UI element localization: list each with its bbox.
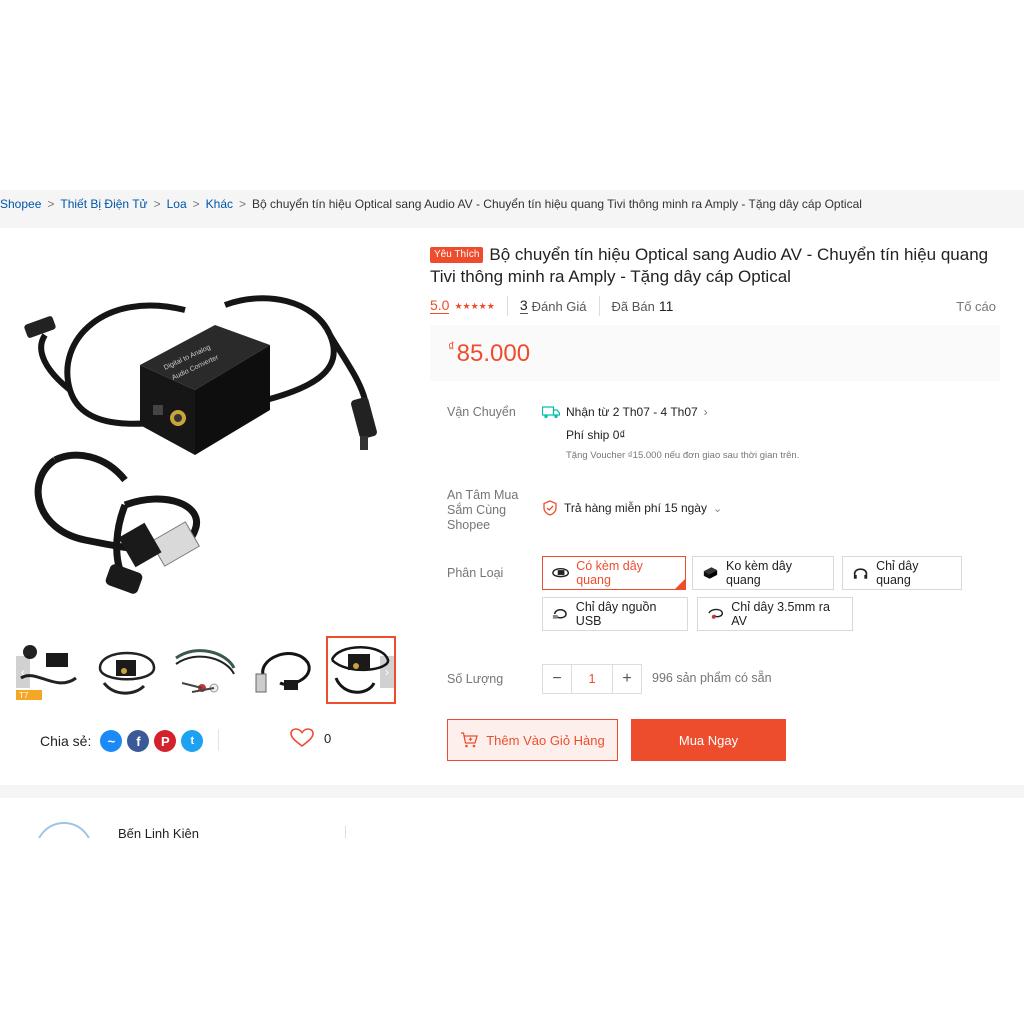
like-count: 0	[324, 730, 332, 746]
cart-add-icon	[461, 732, 479, 748]
heart-icon[interactable]	[290, 728, 314, 748]
breadcrumb-other[interactable]: Khác	[206, 197, 233, 211]
variant-option-optical-only[interactable]: Chỉ dây quang	[842, 556, 962, 590]
truck-icon	[542, 405, 560, 418]
variant-option-with-optical[interactable]: Có kèm dây quang	[542, 556, 686, 590]
product-title: Yêu Thích Bộ chuyển tín hiệu Optical sang…	[430, 244, 1005, 288]
thumbnail-1[interactable]: T7 ‹	[14, 636, 84, 704]
quantity-label: Số Lượng	[447, 672, 504, 686]
pinterest-icon[interactable]: P	[154, 730, 177, 752]
thumbnail-image	[98, 651, 156, 695]
thumbnail-2[interactable]	[92, 636, 162, 704]
share-row: Chia sẻ: ~ f P t	[40, 730, 204, 752]
quantity-stepper: − 1 +	[542, 664, 642, 694]
chevron-right-icon: >	[192, 197, 200, 211]
chevron-right-icon: ›	[703, 405, 708, 419]
product-main-image[interactable]: Digital to Analog Audio Converter	[15, 250, 410, 620]
shield-check-icon	[543, 500, 557, 516]
report-link[interactable]: Tố cáo	[956, 299, 996, 314]
like-section: 0	[290, 728, 331, 748]
thumbnail-image	[175, 649, 236, 693]
shop-card: Bến Linh Kiện	[0, 798, 1024, 838]
breadcrumb-shopee[interactable]: Shopee	[0, 197, 41, 211]
review-label: Đánh Giá	[531, 298, 587, 314]
add-to-cart-button[interactable]: Thêm Vào Giỏ Hàng	[447, 719, 618, 761]
breadcrumb-electronics[interactable]: Thiết Bị Điện Tử	[60, 197, 147, 211]
variant-option-35mm-av[interactable]: Chỉ dây 3.5mm ra AV	[697, 597, 853, 631]
buy-now-button[interactable]: Mua Ngay	[631, 719, 786, 761]
delivery-line[interactable]: Nhận từ 2 Th07 - 4 Th07 ›	[542, 404, 799, 420]
variant-thumbnail-icon	[853, 568, 868, 579]
quantity-increase-button[interactable]: +	[613, 665, 641, 693]
product-price: ₫85.000	[448, 339, 530, 368]
guarantee-label: An Tâm Mua Sắm Cùng Shopee	[447, 488, 519, 532]
variant-label: Phân Loại	[447, 566, 504, 580]
thumbnail-image	[255, 652, 311, 693]
quantity-input[interactable]: 1	[571, 665, 613, 693]
shipping-label: Vận Chuyển	[447, 405, 516, 419]
shop-name[interactable]: Bến Linh Kiện	[118, 826, 199, 838]
variant-option-label: Có kèm dây quang	[576, 559, 643, 587]
breadcrumb: Shopee > Thiết Bị Điện Tử > Loa > Khác >…	[0, 195, 862, 213]
share-divider	[218, 729, 219, 751]
thumbnail-list: T7 ‹ ›	[14, 636, 396, 704]
thumbnail-5[interactable]: ›	[326, 636, 396, 704]
chevron-right-icon: >	[47, 197, 55, 211]
shop-divider	[345, 826, 346, 838]
stock-available: 996 sản phẩm có sẵn	[652, 671, 772, 685]
optical-converter-image: Digital to Analog Audio Converter	[24, 295, 377, 594]
rating-stars-icon: ★★★★★	[454, 300, 495, 311]
rating-divider	[598, 296, 600, 316]
variant-thumbnail-icon	[708, 608, 724, 619]
thumbnail-4[interactable]	[248, 636, 318, 704]
variant-option-usb-power[interactable]: Chỉ dây nguồn USB	[542, 597, 688, 631]
review-count[interactable]: 3	[519, 298, 528, 314]
shipping-fee: Phí ship 0₫	[566, 428, 626, 442]
variant-option-without-optical[interactable]: Ko kèm dây quang	[692, 556, 834, 590]
return-policy[interactable]: Trả hàng miễn phí 15 ngày ⌄	[542, 500, 722, 516]
facebook-icon[interactable]: f	[127, 730, 150, 752]
price-value: 85.000	[456, 340, 531, 367]
product-page: Shopee > Thiết Bị Điện Tử > Loa > Khác >…	[0, 0, 1024, 1024]
chevron-down-icon: ⌄	[712, 502, 723, 515]
shipping-info: Nhận từ 2 Th07 - 4 Th07 › Phí ship 0₫ Tặ…	[542, 404, 799, 461]
rating-score[interactable]: 5.0	[430, 298, 450, 314]
quantity-decrease-button[interactable]: −	[543, 665, 571, 693]
favorite-badge: Yêu Thích	[430, 247, 484, 263]
thumbnail-3[interactable]	[170, 636, 240, 704]
product-title-text: Bộ chuyển tín hiệu Optical sang Audio AV…	[430, 245, 989, 286]
currency-symbol: ₫	[448, 339, 455, 354]
sold-count: 11	[658, 298, 674, 314]
variant-thumbnail-icon	[552, 609, 567, 619]
add-to-cart-label: Thêm Vào Giỏ Hàng	[486, 732, 605, 748]
chevron-right-icon[interactable]: ›	[380, 656, 394, 688]
variant-option-label: Chỉ dây nguồn USB	[575, 600, 657, 628]
variant-thumbnail-icon	[703, 567, 718, 579]
share-label: Chia sẻ:	[40, 733, 92, 749]
breadcrumb-current: Bộ chuyển tín hiệu Optical sang Audio AV…	[252, 197, 862, 211]
shop-avatar[interactable]	[35, 822, 93, 838]
variant-option-label: Chỉ dây 3.5mm ra AV	[731, 600, 830, 628]
messenger-icon[interactable]: ~	[100, 730, 123, 752]
return-policy-text: Trả hàng miễn phí 15 ngày	[564, 501, 707, 515]
chevron-right-icon: >	[153, 197, 161, 211]
delivery-date: Nhận từ 2 Th07 - 4 Th07	[566, 405, 698, 419]
variant-option-label: Chỉ dây quang	[876, 559, 919, 587]
variant-thumbnail-icon	[552, 567, 570, 578]
variant-option-label: Ko kèm dây quang	[726, 559, 793, 587]
rating-divider	[506, 296, 508, 316]
voucher-note: Tặng Voucher ₫15.000 nếu đơn giao sau th…	[566, 450, 800, 461]
twitter-icon[interactable]: t	[181, 730, 204, 752]
breadcrumb-speakers[interactable]: Loa	[167, 197, 187, 211]
price-box: ₫85.000	[430, 325, 1000, 381]
thumbnail-badge: T7	[19, 691, 29, 700]
chevron-left-icon[interactable]: ‹	[16, 656, 30, 688]
sold-label: Đã Bán	[611, 298, 655, 314]
rating-row: 5.0 ★★★★★ 3 Đánh Giá Đã Bán 11 Tố cáo	[430, 296, 996, 316]
chevron-right-icon: >	[239, 197, 247, 211]
